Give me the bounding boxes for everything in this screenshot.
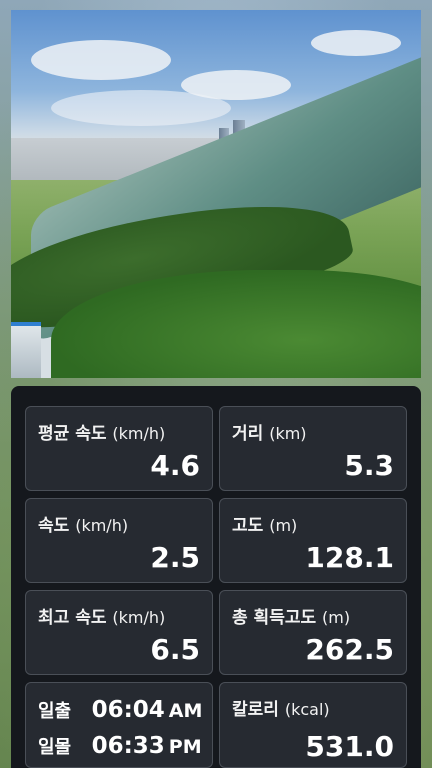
cloud: [51, 90, 231, 126]
distance-value: 5.3: [344, 449, 394, 482]
avg-speed-label: 평균 속도 (km/h): [38, 424, 166, 444]
stats-panel: 평균 속도 (km/h) 4.6 거리 (km) 5.3 속도 (km/h) 2…: [11, 386, 421, 768]
speed-label: 속도 (km/h): [38, 516, 129, 536]
max-speed-label: 최고 속도 (km/h): [38, 608, 166, 628]
cloud: [311, 30, 401, 56]
sunset-row: 일몰 06:33 PM: [38, 733, 202, 759]
tower-landmark: [11, 322, 41, 378]
cloud: [31, 40, 171, 80]
altitude-card: 고도 (m) 128.1: [219, 498, 407, 583]
sunset-label: 일몰: [38, 737, 72, 758]
calories-label: 칼로리 (kcal): [232, 700, 330, 720]
sun-times-card: 일출 06:04 AM 일몰 06:33 PM: [25, 682, 213, 768]
distance-card: 거리 (km) 5.3: [219, 406, 407, 491]
landscape-photo: [11, 10, 421, 378]
sunset-time: 06:33: [91, 733, 165, 759]
calories-value: 531.0: [305, 730, 394, 763]
max-speed-card: 최고 속도 (km/h) 6.5: [25, 590, 213, 675]
altitude-value: 128.1: [305, 541, 394, 574]
speed-card: 속도 (km/h) 2.5: [25, 498, 213, 583]
total-gain-card: 총 획득고도 (m) 262.5: [219, 590, 407, 675]
sunrise-label: 일출: [38, 701, 72, 722]
distance-label: 거리 (km): [232, 424, 307, 444]
avg-speed-card: 평균 속도 (km/h) 4.6: [25, 406, 213, 491]
total-gain-value: 262.5: [305, 633, 394, 666]
sunrise-ampm: AM: [168, 700, 203, 722]
sunrise-time: 06:04: [91, 697, 165, 723]
total-gain-label: 총 획득고도 (m): [232, 608, 351, 628]
sunset-ampm: PM: [168, 736, 202, 758]
max-speed-value: 6.5: [150, 633, 200, 666]
avg-speed-value: 4.6: [150, 449, 200, 482]
sunrise-row: 일출 06:04 AM: [38, 697, 202, 723]
calories-card: 칼로리 (kcal) 531.0: [219, 682, 407, 768]
altitude-label: 고도 (m): [232, 516, 298, 536]
speed-value: 2.5: [150, 541, 200, 574]
